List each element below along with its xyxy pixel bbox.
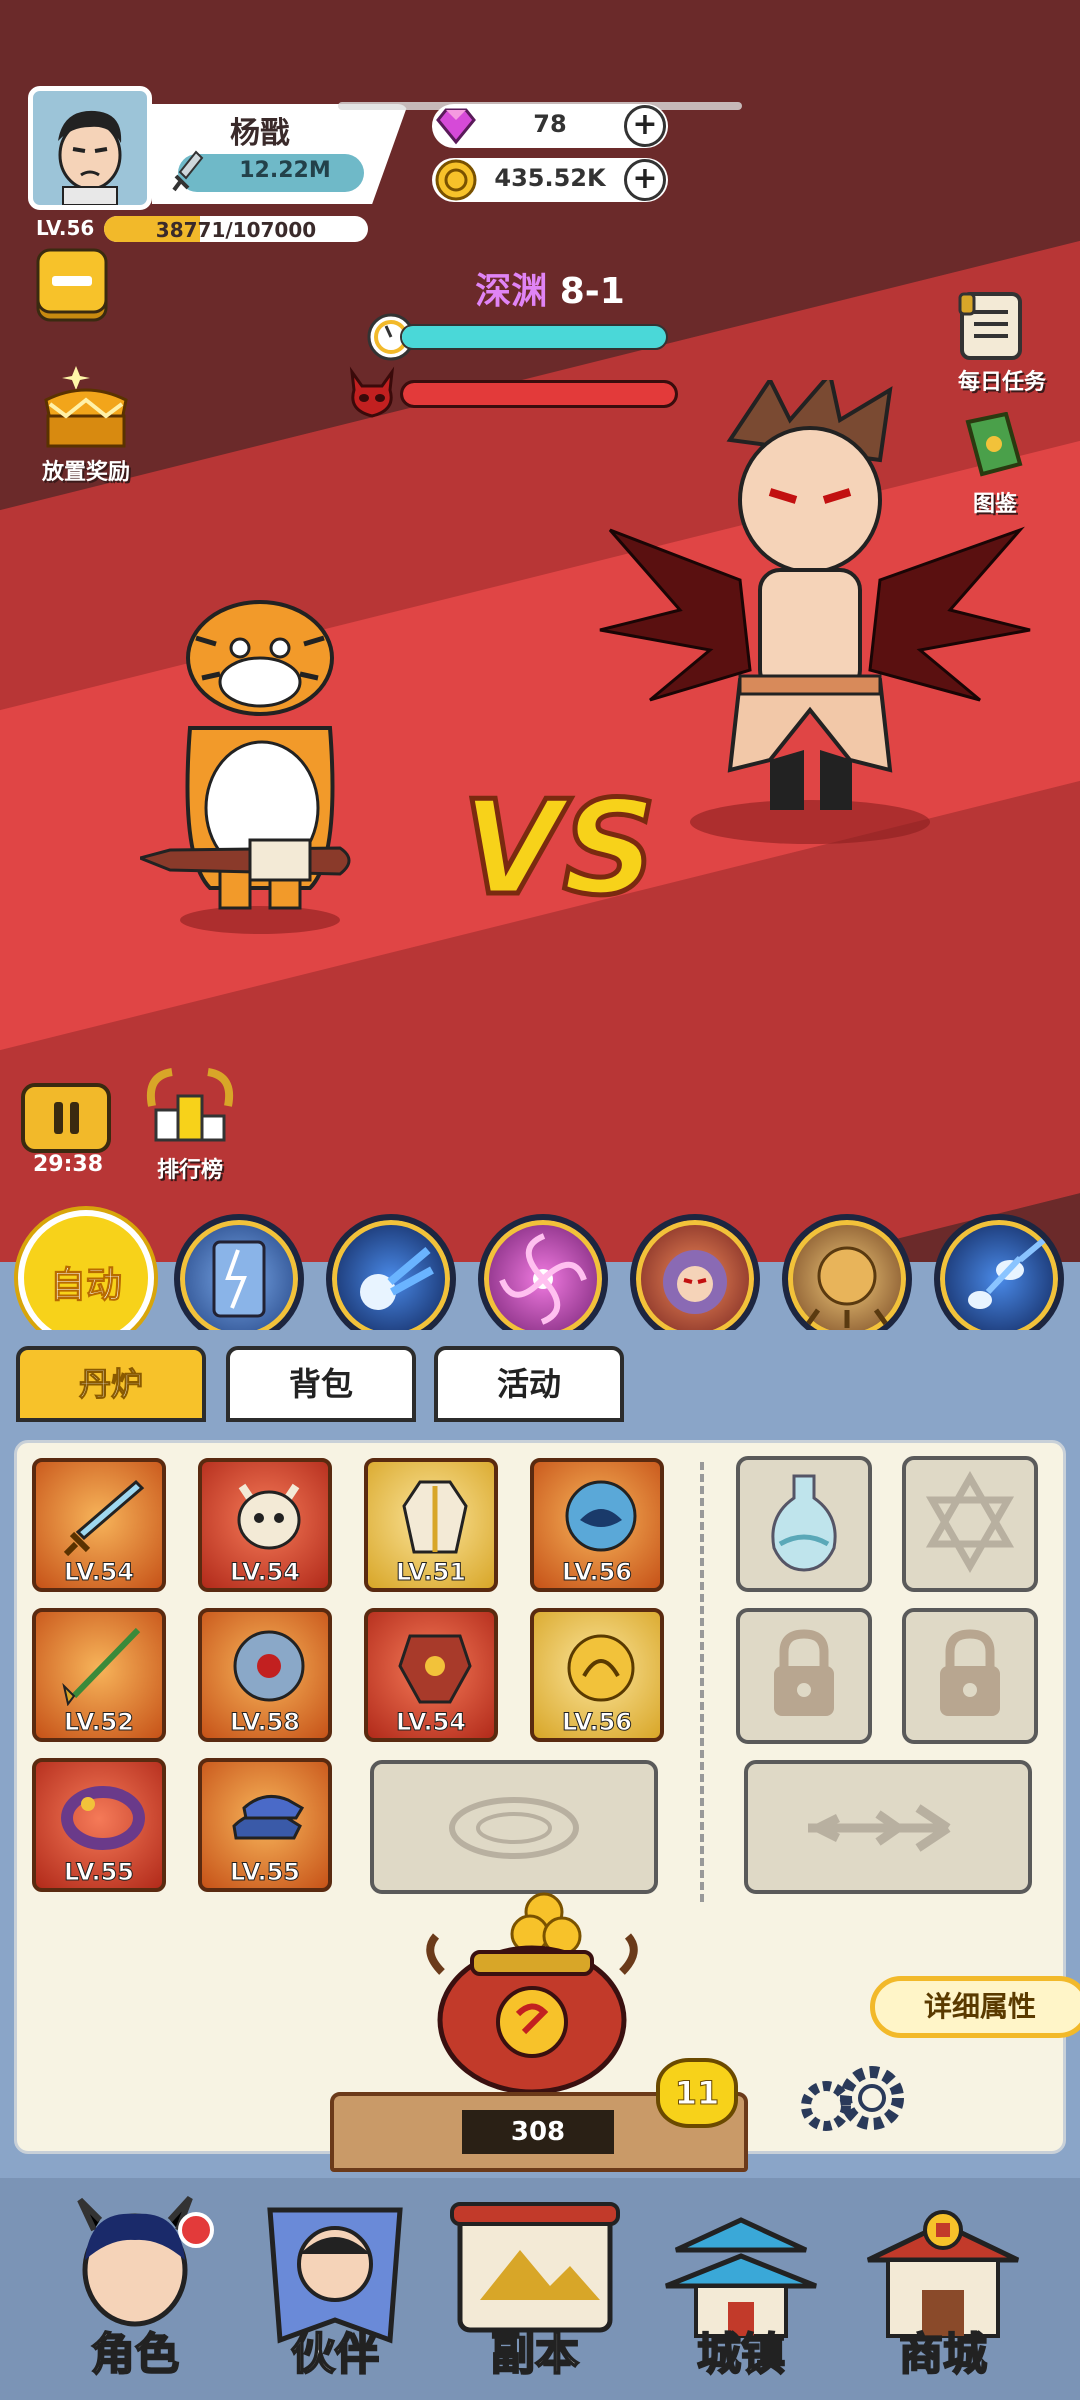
nav-shop[interactable]: 商城 [848,2190,1038,2390]
detailed-attributes-button[interactable]: 详细属性 [870,1976,1080,2038]
battle-timer: 29:38 [32,1152,104,1177]
equip-sword[interactable]: LV.54 [32,1458,166,1592]
sword-icon [172,150,204,192]
add-gold-button[interactable]: + [624,159,666,201]
furnace-level-badge: 11 [656,2058,738,2128]
add-gems-button[interactable]: + [624,105,666,147]
equip-spear[interactable]: LV.52 [32,1608,166,1742]
locked-slot-2[interactable] [902,1608,1038,1744]
skill-lightning-shield[interactable] [174,1214,304,1344]
xp-text: 38771/107000 [155,218,317,242]
empty-weapon-slot[interactable] [744,1760,1032,1894]
equip-level: LV.54 [230,1558,301,1587]
nav-dungeon-label: 副本 [490,2328,580,2381]
alchemy-furnace[interactable] [412,1892,652,2112]
auto-battle-button[interactable]: 自动 [18,1210,154,1346]
nav-town[interactable]: 城镇 [646,2190,836,2390]
equip-level: LV.58 [230,1708,301,1737]
equip-horned-mask[interactable]: LV.54 [198,1458,332,1592]
equip-level: LV.54 [396,1708,467,1737]
demon-skull-icon [349,366,395,418]
equip-level: LV.52 [64,1708,135,1737]
empty-talisman-slot[interactable] [370,1760,658,1894]
lock-icon [774,1629,834,1716]
skill-blue-comet[interactable] [326,1214,456,1344]
stage-number: 8-1 [559,271,625,312]
equip-crystal-orb[interactable]: LV.56 [530,1458,664,1592]
winged-enemy-boss [599,380,1031,844]
furnace-count: 308 [462,2110,614,2154]
idle-reward-label: 放置奖励 [41,460,130,485]
skill-water-drops[interactable] [934,1214,1064,1344]
potion-gourd-slot[interactable] [736,1456,872,1592]
gold-value: 435.52K [494,164,606,192]
panel-divider [700,1462,704,1902]
nav-partner[interactable]: 伙伴 [240,2190,430,2390]
equip-level: LV.56 [562,1708,633,1737]
nav-dungeon[interactable]: 副本 [440,2190,630,2390]
player-level: LV.56 [36,216,95,240]
nav-character[interactable]: 角色 [40,2190,230,2390]
player-name: 杨戬 [230,116,290,151]
equip-shield[interactable]: LV.58 [198,1608,332,1742]
tab-bag[interactable]: 背包 [226,1346,416,1422]
tiger-player-character [140,600,351,934]
nav-character-label: 角色 [90,2328,180,2381]
equip-armor[interactable]: LV.54 [364,1608,498,1742]
stage-title: 深渊 8-1 [400,262,700,314]
menu-button[interactable] [36,248,108,324]
equip-level: LV.55 [64,1858,135,1887]
equip-golden-beast[interactable]: LV.56 [530,1608,664,1742]
lock-icon [940,1629,1000,1716]
equip-level: LV.51 [396,1558,467,1587]
hexagram-slot[interactable] [902,1456,1038,1592]
equip-level: LV.56 [562,1558,633,1587]
ranking-label: 排行榜 [156,1158,223,1183]
skill-pink-vortex[interactable] [478,1214,608,1344]
player-avatar[interactable] [28,86,152,210]
skill-lion-beast[interactable] [630,1214,760,1344]
nav-town-label: 城镇 [696,2328,786,2381]
combat-power-value: 12.22M [239,158,331,183]
daily-task-scroll-icon[interactable] [956,290,1026,362]
equip-level: LV.55 [230,1858,301,1887]
locked-slot-1[interactable] [736,1608,872,1744]
treasure-chest-icon[interactable] [38,360,134,450]
equip-level: LV.54 [64,1558,135,1587]
gem-value: 78 [533,110,567,138]
equip-robe[interactable]: LV.51 [364,1458,498,1592]
pause-button[interactable] [20,1082,112,1154]
auto-battle-label: 自动 [49,1265,122,1307]
nav-shop-label: 商城 [898,2328,988,2381]
ranking-podium-icon[interactable] [142,1066,238,1152]
skill-earth-orb[interactable] [782,1214,912,1344]
tab-furnace[interactable]: 丹炉 [16,1346,206,1422]
tab-events[interactable]: 活动 [434,1346,624,1422]
nav-partner-label: 伙伴 [290,2328,380,2381]
settings-gear-icon[interactable] [790,2062,910,2142]
equip-boots[interactable]: LV.55 [198,1758,332,1892]
equip-bracelet[interactable]: LV.55 [32,1758,166,1892]
stage-zone: 深渊 [475,271,548,312]
stage-timer-bar [400,324,668,350]
